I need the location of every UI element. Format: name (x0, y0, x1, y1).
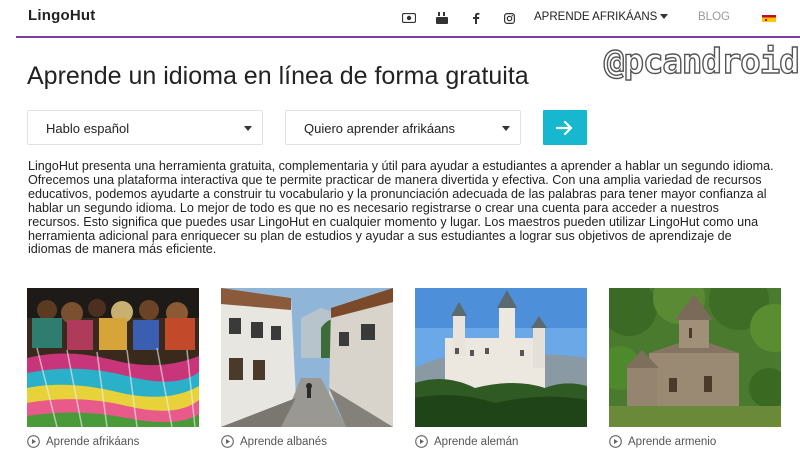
learn-language-menu-label: APRENDE AFRIKÁANS (534, 11, 658, 23)
youtube-icon[interactable] (434, 10, 450, 26)
course-card-label-text: Aprende alemán (434, 435, 519, 448)
page-title: Aprende un idioma en línea de forma grat… (27, 62, 529, 90)
learn-language-menu[interactable]: APRENDE AFRIKÁANS (534, 11, 669, 23)
native-language-select[interactable]: Hablo español (27, 110, 263, 145)
monastery-image (609, 288, 781, 427)
play-circle-icon (415, 435, 428, 448)
chevron-down-icon (244, 126, 252, 131)
target-language-select[interactable]: Quiero aprender afrikáans (285, 110, 521, 145)
course-card-label: Aprende albanés (221, 435, 393, 448)
market-crafts-image (27, 288, 199, 427)
old-town-street-image (221, 288, 393, 427)
course-card-label-text: Aprende afrikáans (46, 435, 140, 448)
native-language-value: Hablo español (46, 121, 130, 136)
course-card-albanian[interactable]: Aprende albanés (221, 288, 393, 448)
go-button[interactable] (543, 110, 587, 145)
course-card-armenian[interactable]: Aprende armenio (609, 288, 781, 448)
intro-paragraph: LingoHut presenta una herramienta gratui… (28, 159, 774, 257)
spain-flag-icon[interactable] (762, 12, 776, 22)
course-card-german[interactable]: Aprende alemán (415, 288, 587, 448)
course-card-label: Aprende armenio (609, 435, 781, 448)
site-header: LingoHut APRENDE AFRIKÁANS BLOG (16, 0, 800, 38)
site-logo[interactable]: LingoHut (28, 7, 95, 24)
chevron-down-icon (502, 126, 510, 131)
chevron-down-icon (660, 14, 669, 20)
facebook-icon[interactable] (468, 10, 484, 26)
play-circle-icon (27, 435, 40, 448)
blog-link[interactable]: BLOG (698, 11, 730, 23)
watermark: @pcandroid (603, 41, 800, 82)
arrow-right-icon (556, 120, 573, 135)
play-circle-icon (609, 435, 622, 448)
course-card-label: Aprende alemán (415, 435, 587, 448)
instagram-icon[interactable] (501, 10, 517, 26)
course-card-label-text: Aprende armenio (628, 435, 717, 448)
course-card-label: Aprende afrikáans (27, 435, 199, 448)
course-card-label-text: Aprende albanés (240, 435, 327, 448)
castle-image (415, 288, 587, 427)
video-icon[interactable] (401, 10, 417, 26)
play-circle-icon (221, 435, 234, 448)
course-card-afrikaans[interactable]: Aprende afrikáans (27, 288, 199, 448)
target-language-value: Quiero aprender afrikáans (304, 121, 456, 136)
